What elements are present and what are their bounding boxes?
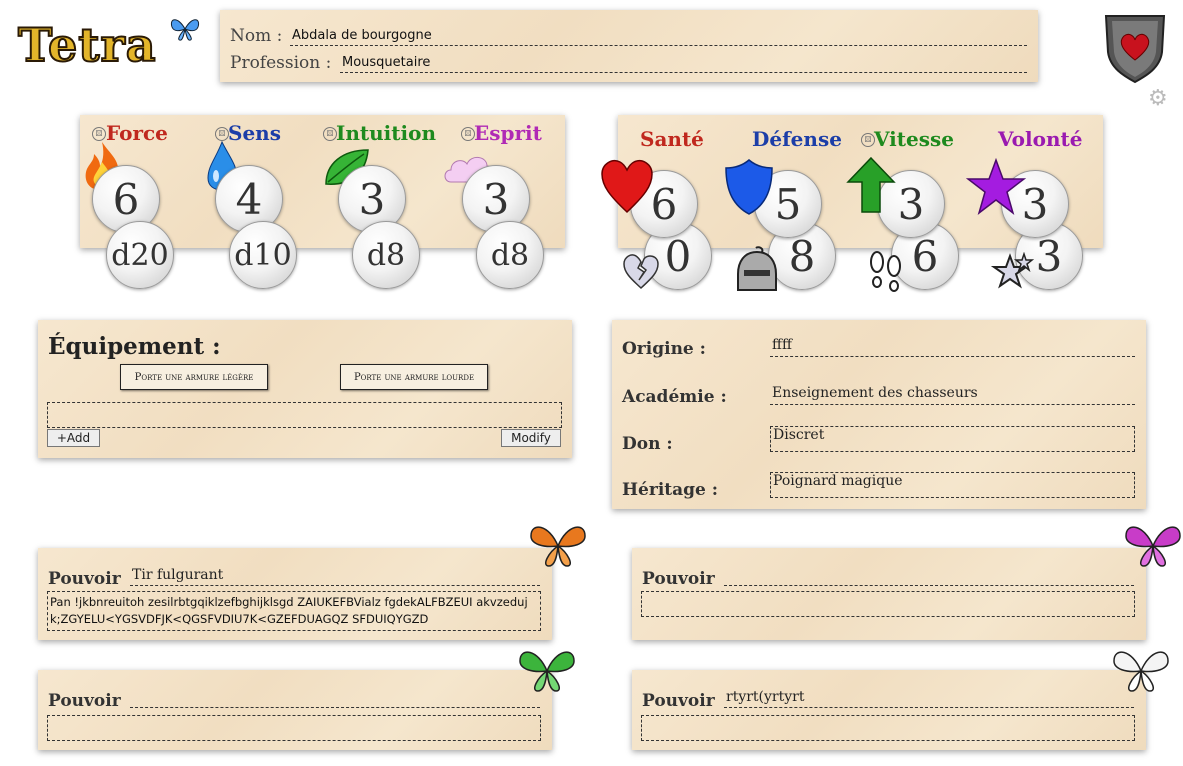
- attribute-die[interactable]: d8: [476, 221, 544, 289]
- origine-field[interactable]: [770, 338, 1135, 357]
- power-description-field[interactable]: [641, 591, 1135, 617]
- die-icon[interactable]: ⚄: [215, 127, 229, 141]
- power-label: Pouvoir: [48, 691, 121, 711]
- equipment-panel: Équipement : Porte une armure légère Por…: [38, 320, 572, 458]
- heritage-value: Poignard magique: [773, 473, 903, 489]
- attribute-name: Esprit: [474, 121, 542, 145]
- power-label: Pouvoir: [642, 691, 715, 711]
- power-card: Pouvoir Tir fulgurant Pan !jkbnreuitoh z…: [38, 548, 552, 640]
- shield-icon: [725, 159, 773, 215]
- gear-icon[interactable]: ⚙: [1148, 86, 1168, 111]
- logo-text: Tetra: [17, 17, 157, 73]
- broken-heart-icon: [623, 254, 659, 290]
- power-description-field[interactable]: [47, 715, 541, 741]
- butterfly-icon: [530, 526, 586, 567]
- die-icon[interactable]: ⚄: [92, 127, 106, 141]
- origine-label: Origine :: [622, 339, 706, 359]
- profession-label: Profession :: [230, 53, 332, 73]
- stat-name: Vitesse: [874, 127, 954, 151]
- modify-button[interactable]: Modify: [501, 429, 561, 447]
- power-card: Pouvoir rtyrt(yrtyrt: [632, 670, 1146, 750]
- academie-label: Académie :: [622, 387, 727, 407]
- power-label: Pouvoir: [642, 569, 715, 589]
- don-field[interactable]: [770, 426, 1135, 452]
- power-name: rtyrt(yrtyrt: [726, 689, 805, 705]
- butterfly-icon: [1113, 651, 1169, 692]
- power-name-field[interactable]: [130, 690, 540, 708]
- die-icon[interactable]: ⚄: [461, 127, 475, 141]
- attribute-die[interactable]: d20: [106, 221, 174, 289]
- power-name-field[interactable]: [724, 568, 1134, 586]
- attribute-name: Intuition: [336, 121, 436, 145]
- origine-value: ffff: [772, 337, 792, 353]
- logo: Tetra: [17, 17, 203, 73]
- die-icon[interactable]: ⚄: [323, 127, 337, 141]
- heart-icon: [601, 160, 653, 214]
- equipment-list[interactable]: [47, 402, 562, 428]
- power-name: Tir fulgurant: [132, 567, 224, 583]
- attribute-die[interactable]: d10: [229, 221, 297, 289]
- don-value: Discret: [773, 427, 825, 443]
- butterfly-icon: [170, 19, 200, 41]
- profession-field[interactable]: [340, 55, 1027, 73]
- heritage-label: Héritage :: [622, 480, 719, 500]
- star-icon: [966, 158, 1026, 215]
- academie-value: Enseignement des chasseurs: [772, 385, 978, 401]
- heart-shield-icon[interactable]: [1102, 12, 1168, 84]
- stat-name: Santé: [640, 127, 704, 151]
- light-armor-button[interactable]: Porte une armure légère: [120, 364, 268, 390]
- nom-label: Nom :: [230, 26, 283, 46]
- identity-panel: Nom : Abdala de bourgogne Profession : M…: [220, 10, 1038, 82]
- don-label: Don :: [622, 434, 673, 454]
- butterfly-icon: [519, 651, 575, 692]
- die-icon[interactable]: ⚄: [861, 133, 875, 147]
- power-label: Pouvoir: [48, 569, 121, 589]
- butterfly-icon: [1125, 526, 1181, 567]
- equipment-title: Équipement :: [48, 333, 221, 360]
- helmet-icon: [737, 246, 777, 291]
- background-panel: Origine : ffff Académie : Enseignement d…: [612, 320, 1146, 509]
- power-description: Pan !jkbnreuitoh zesilrbtgqiklzefbghijkl…: [50, 595, 528, 626]
- heavy-armor-button[interactable]: Porte une armure lourde: [340, 364, 488, 390]
- power-card: Pouvoir: [632, 548, 1146, 640]
- stat-name: Défense: [752, 127, 842, 151]
- power-card: Pouvoir: [38, 670, 552, 750]
- arrow-up-icon: [846, 156, 896, 213]
- add-button[interactable]: +Add: [47, 429, 100, 447]
- nom-value: Abdala de bourgogne: [292, 28, 432, 43]
- stat-name: Volonté: [998, 127, 1083, 151]
- stars-icon: [990, 252, 1034, 289]
- footprints-icon: [870, 251, 901, 292]
- power-description-field[interactable]: [641, 715, 1135, 741]
- attribute-die[interactable]: d8: [352, 221, 420, 289]
- profession-value: Mousquetaire: [342, 55, 431, 70]
